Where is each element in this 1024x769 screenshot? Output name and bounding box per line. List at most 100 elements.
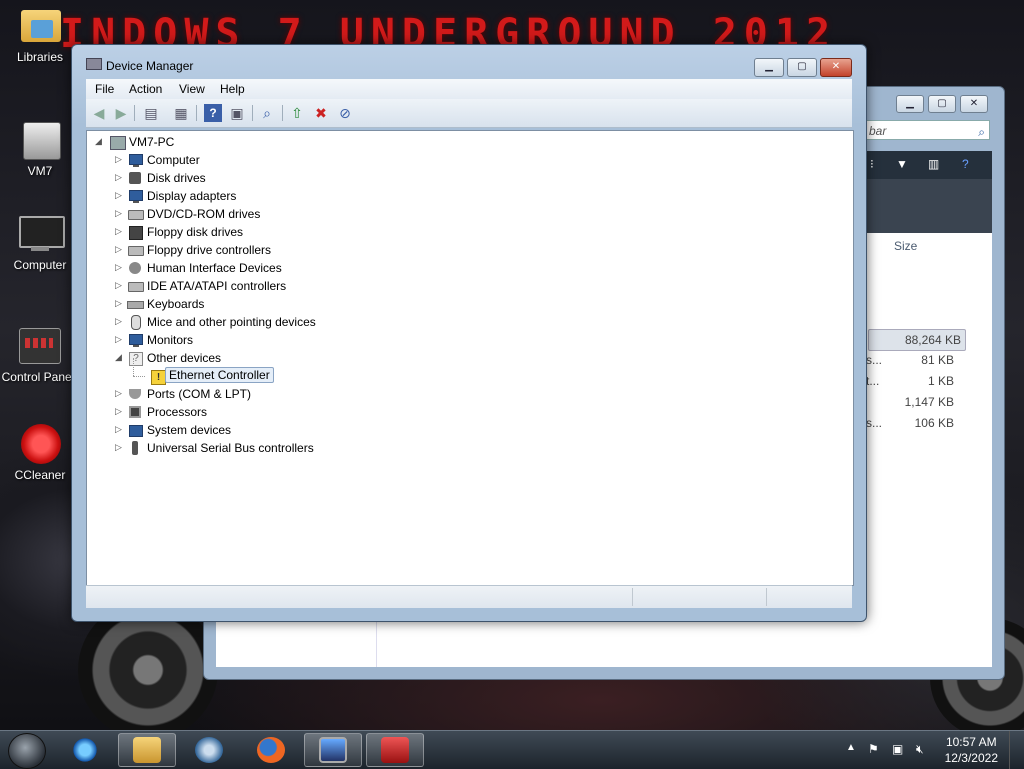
uninstall-icon[interactable]: ✖ bbox=[312, 104, 330, 122]
help-icon[interactable]: ? bbox=[204, 104, 222, 122]
back-arrow-icon[interactable]: ◀ bbox=[90, 104, 108, 122]
bg-search-input[interactable]: bar ⌕ bbox=[864, 120, 990, 140]
tree-item-label: Processors bbox=[147, 405, 208, 419]
file-row[interactable]: 1,147 KB bbox=[866, 392, 994, 412]
remote-desktop-icon bbox=[319, 737, 347, 763]
action-center-flag-icon[interactable]: ⚑ bbox=[868, 742, 879, 756]
expand-arrow-icon[interactable]: ▷ bbox=[115, 334, 125, 345]
bg-minimize-button[interactable]: ▁ bbox=[896, 95, 924, 113]
ports-com-lpt-icon bbox=[127, 386, 143, 402]
expand-arrow-icon[interactable]: ▷ bbox=[115, 424, 125, 435]
expand-arrow-icon[interactable]: ▷ bbox=[115, 172, 125, 183]
properties-icon[interactable]: ▦ bbox=[172, 104, 190, 122]
show-desktop-button[interactable] bbox=[1009, 731, 1024, 769]
menu-file[interactable]: File bbox=[95, 82, 114, 96]
expand-arrow-icon[interactable]: ▷ bbox=[115, 208, 125, 219]
more-options-icon[interactable]: ⁝ bbox=[870, 157, 874, 171]
bg-nav-pane bbox=[216, 619, 377, 667]
expand-arrow-icon[interactable]: ▷ bbox=[115, 280, 125, 291]
floppy-drive-controllers-icon bbox=[127, 242, 144, 258]
taskbar-media-player[interactable] bbox=[180, 733, 238, 767]
taskbar-windows-explorer[interactable] bbox=[118, 733, 176, 767]
show-hide-action-pane-icon[interactable]: ▣ bbox=[228, 104, 246, 122]
tree-item-label: Human Interface Devices bbox=[147, 261, 282, 275]
tree-item-label: IDE ATA/ATAPI controllers bbox=[147, 279, 287, 293]
scan-hardware-icon[interactable]: ⌕ bbox=[258, 104, 276, 122]
clock-date: 12/3/2022 bbox=[944, 751, 998, 765]
file-row[interactable]: s... 81 KB bbox=[866, 350, 994, 370]
toolbar: ◀ ▶ ▤ ▦ ? ▣ ⌕ ⇧ ✖ ⊘ bbox=[86, 99, 852, 128]
help-icon[interactable]: ? bbox=[962, 157, 969, 171]
warning-device-icon: ! bbox=[149, 368, 166, 385]
start-button[interactable] bbox=[8, 733, 46, 769]
tree-item-label: Mice and other pointing devices bbox=[147, 315, 316, 329]
minimize-button[interactable]: ▁ bbox=[754, 58, 784, 77]
file-row[interactable]: 88,264 KB bbox=[868, 329, 966, 351]
firefox-icon bbox=[257, 737, 285, 763]
desktop-icon-ccleaner[interactable]: CCleaner bbox=[0, 424, 80, 482]
computer-icon bbox=[17, 214, 65, 254]
column-header-size[interactable]: Size bbox=[894, 239, 917, 253]
system-clock[interactable]: 10:57 AM 12/3/2022 bbox=[945, 734, 998, 766]
menu-action[interactable]: Action bbox=[129, 82, 162, 96]
desktop-icon-control-panel[interactable]: Control Panel bbox=[0, 326, 78, 384]
tree-item-label: Display adapters bbox=[147, 189, 237, 203]
tree-item-label: System devices bbox=[147, 423, 232, 437]
file-row[interactable]: t... 1 KB bbox=[866, 371, 994, 391]
disable-device-icon[interactable]: ⊘ bbox=[336, 104, 354, 122]
display-adapters-icon bbox=[127, 188, 143, 204]
expand-arrow-icon[interactable]: ▷ bbox=[115, 244, 125, 255]
file-row[interactable]: s... 106 KB bbox=[866, 413, 994, 433]
taskbar-remote-desktop[interactable] bbox=[304, 733, 362, 767]
universal-serial-bus-controllers-icon bbox=[127, 440, 143, 456]
maximize-button[interactable]: ▢ bbox=[787, 58, 817, 77]
expand-arrow-icon[interactable]: ▷ bbox=[115, 298, 125, 309]
expand-arrow-icon[interactable]: ▷ bbox=[115, 406, 125, 417]
menu-help[interactable]: Help bbox=[220, 82, 245, 96]
expand-arrow-icon[interactable]: ▷ bbox=[115, 262, 125, 273]
desktop-icon-computer[interactable]: Computer bbox=[0, 214, 80, 272]
taskbar-device-manager[interactable] bbox=[366, 733, 424, 767]
taskbar: ▲ ⚑ ▣ 🔇︎ 10:57 AM 12/3/2022 bbox=[0, 730, 1024, 769]
expand-arrow-icon[interactable]: ▷ bbox=[115, 316, 125, 327]
device-manager-icon bbox=[86, 58, 102, 72]
expand-arrow-icon[interactable]: ▷ bbox=[115, 388, 125, 399]
volume-muted-icon[interactable]: 🔇︎ bbox=[916, 742, 924, 757]
collapse-arrow-icon[interactable]: ◢ bbox=[115, 352, 125, 363]
chevron-down-icon[interactable]: ▼ bbox=[896, 157, 908, 171]
device-tree[interactable]: ◢ VM7-PC ▷ Computer ▷ Disk drives ▷ Display ada… bbox=[86, 130, 854, 586]
search-icon[interactable]: ⌕ bbox=[978, 122, 985, 142]
taskbar-internet-explorer[interactable] bbox=[56, 733, 114, 767]
desktop-icon-libraries[interactable]: Libraries bbox=[0, 6, 80, 64]
user-folder-icon bbox=[17, 120, 63, 160]
tree-item-label: DVD/CD-ROM drives bbox=[147, 207, 261, 221]
tree-item-label: Keyboards bbox=[147, 297, 205, 311]
tree-item-label: Other devices bbox=[147, 351, 222, 365]
network-icon[interactable]: ▣ bbox=[892, 742, 903, 756]
bg-close-button[interactable]: ✕ bbox=[960, 95, 988, 113]
status-bar bbox=[86, 585, 852, 608]
taskbar-firefox[interactable] bbox=[242, 733, 300, 767]
expand-arrow-icon[interactable]: ▷ bbox=[115, 154, 125, 165]
menu-view[interactable]: View bbox=[179, 82, 205, 96]
bg-maximize-button[interactable]: ▢ bbox=[928, 95, 956, 113]
disk-drives-icon bbox=[127, 170, 143, 186]
ide-ata-atapi-controllers-icon bbox=[127, 278, 144, 294]
processors-icon bbox=[127, 404, 143, 420]
control-panel-icon bbox=[15, 326, 61, 366]
desktop-icon-label: CCleaner bbox=[14, 468, 66, 482]
device-manager-window[interactable]: Device Manager ▁ ▢ ✕ File Action View He… bbox=[71, 44, 867, 622]
preview-pane-icon[interactable]: ▥ bbox=[928, 157, 939, 171]
forward-arrow-icon[interactable]: ▶ bbox=[112, 104, 130, 122]
show-hidden-icons-icon[interactable]: ▲ bbox=[846, 742, 856, 753]
close-button[interactable]: ✕ bbox=[820, 58, 852, 77]
expand-arrow-icon[interactable]: ▷ bbox=[115, 442, 125, 453]
show-hide-console-tree-icon[interactable]: ▤ bbox=[142, 104, 160, 122]
expand-arrow-icon[interactable]: ▷ bbox=[115, 190, 125, 201]
expand-arrow-icon[interactable]: ▷ bbox=[115, 226, 125, 237]
expand-arrow-icon[interactable]: ◢ bbox=[95, 136, 105, 147]
desktop-icon-vm7[interactable]: VM7 bbox=[0, 120, 80, 178]
update-driver-icon[interactable]: ⇧ bbox=[288, 104, 306, 122]
bg-toolbar: ⁝ ▼ ▥ ? bbox=[864, 151, 992, 179]
tree-item-label: Disk drives bbox=[147, 171, 206, 185]
